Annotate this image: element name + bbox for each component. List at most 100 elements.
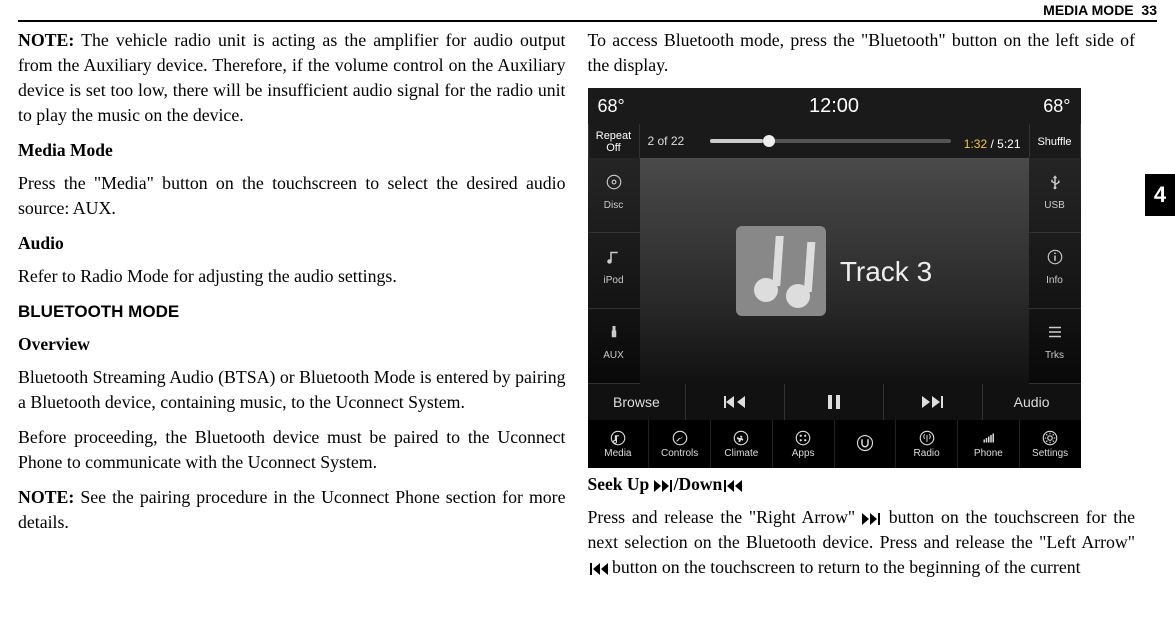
note-label-2: NOTE: bbox=[18, 487, 74, 507]
track-count: 2 of 22 bbox=[648, 129, 685, 154]
next-track-icon bbox=[921, 395, 945, 409]
source-info[interactable]: Info bbox=[1029, 233, 1081, 308]
progress-area[interactable]: 2 of 22 1:32 / 5:21 bbox=[640, 124, 1029, 158]
browse-label: Browse bbox=[613, 390, 660, 415]
source-aux-label: AUX bbox=[603, 343, 624, 368]
note-label: NOTE: bbox=[18, 30, 74, 50]
radio-tower-icon bbox=[918, 429, 936, 447]
album-art-icon bbox=[736, 226, 826, 316]
disc-icon bbox=[605, 173, 623, 191]
temp-left: 68° bbox=[598, 94, 625, 119]
prev-track-icon bbox=[723, 395, 747, 409]
nav-climate[interactable]: Climate bbox=[711, 420, 773, 468]
source-tracks[interactable]: Trks bbox=[1029, 309, 1081, 384]
shuffle-label: Shuffle bbox=[1037, 136, 1071, 148]
seek-p-part3: button on the touchscreen to return to t… bbox=[608, 557, 1081, 577]
heading-bluetooth-mode: BLUETOOTH MODE bbox=[18, 299, 566, 324]
nav-climate-label: Climate bbox=[724, 449, 758, 459]
nav-settings-label: Settings bbox=[1032, 449, 1068, 459]
right-column: To access Bluetooth mode, press the "Blu… bbox=[588, 28, 1136, 634]
heading-overview: Overview bbox=[18, 332, 566, 357]
prev-track-button[interactable] bbox=[686, 384, 785, 420]
heading-audio: Audio bbox=[18, 231, 566, 256]
playback-controls: Browse Audio bbox=[588, 384, 1081, 420]
nav-apps-label: Apps bbox=[792, 449, 815, 459]
left-column: NOTE: The vehicle radio unit is acting a… bbox=[18, 28, 566, 634]
uconnect-screenshot: 68° 12:00 68° Repeat Off 2 of 22 1:32 / … bbox=[588, 88, 1081, 468]
paragraph-seek: Press and release the "Right Arrow" butt… bbox=[588, 505, 1136, 580]
seek-forward-icon bbox=[654, 480, 674, 492]
nav-phone[interactable]: Phone bbox=[958, 420, 1020, 468]
clock: 12:00 bbox=[809, 94, 859, 119]
source-disc-label: Disc bbox=[604, 193, 623, 218]
info-icon bbox=[1046, 248, 1064, 266]
left-arrow-icon bbox=[588, 563, 608, 575]
audio-label: Audio bbox=[1014, 390, 1050, 415]
shuffle-button[interactable]: Shuffle bbox=[1029, 124, 1081, 158]
main-area: Disc iPod AUX Track 3 bbox=[588, 158, 1081, 384]
nav-media[interactable]: Media bbox=[588, 420, 650, 468]
nav-uconnect[interactable] bbox=[835, 420, 897, 468]
right-arrow-icon bbox=[862, 513, 882, 525]
nav-controls[interactable]: Controls bbox=[649, 420, 711, 468]
nav-controls-label: Controls bbox=[661, 449, 698, 459]
track-title: Track 3 bbox=[840, 259, 932, 284]
progress-knob[interactable] bbox=[763, 135, 775, 147]
u-logo-icon bbox=[856, 434, 874, 452]
seek-p-part1: Press and release the "Right Arrow" bbox=[588, 507, 862, 527]
elapsed-time: 1:32 bbox=[964, 137, 987, 151]
pause-button[interactable] bbox=[785, 384, 884, 420]
fan-icon bbox=[732, 429, 750, 447]
pause-icon bbox=[826, 394, 842, 410]
progress-bar[interactable] bbox=[710, 139, 951, 143]
source-ipod-label: iPod bbox=[603, 268, 623, 293]
aux-jack-icon bbox=[605, 323, 623, 341]
media-icon bbox=[609, 429, 627, 447]
source-usb-label: USB bbox=[1044, 193, 1065, 218]
nav-radio-label: Radio bbox=[914, 449, 940, 459]
next-track-button[interactable] bbox=[884, 384, 983, 420]
seek-caption: Seek Up /Down bbox=[588, 472, 1136, 497]
source-disc[interactable]: Disc bbox=[588, 158, 640, 233]
music-note-icon bbox=[605, 248, 623, 266]
repeat-state: Off bbox=[606, 142, 620, 154]
audio-button[interactable]: Audio bbox=[983, 384, 1081, 420]
nav-apps[interactable]: Apps bbox=[773, 420, 835, 468]
note-text-2: See the pairing procedure in the Uconnec… bbox=[18, 487, 566, 532]
nav-phone-label: Phone bbox=[974, 449, 1003, 459]
total-time: / 5:21 bbox=[987, 137, 1020, 151]
source-info-label: Info bbox=[1046, 268, 1063, 293]
paragraph-overview-1: Bluetooth Streaming Audio (BTSA) or Blue… bbox=[18, 365, 566, 415]
header-page-number: 33 bbox=[1141, 2, 1157, 18]
nav-radio[interactable]: Radio bbox=[896, 420, 958, 468]
seek-back-icon bbox=[722, 480, 742, 492]
note-paragraph-1: NOTE: The vehicle radio unit is acting a… bbox=[18, 28, 566, 128]
right-source-column: USB Info Trks bbox=[1029, 158, 1081, 384]
progress-fill bbox=[710, 139, 763, 143]
paragraph-audio: Refer to Radio Mode for adjusting the au… bbox=[18, 264, 566, 289]
paragraph-overview-2: Before proceeding, the Bluetooth device … bbox=[18, 425, 566, 475]
apps-icon bbox=[794, 429, 812, 447]
left-source-column: Disc iPod AUX bbox=[588, 158, 640, 384]
chapter-tab: 4 bbox=[1145, 174, 1175, 216]
nav-settings[interactable]: Settings bbox=[1020, 420, 1081, 468]
paragraph-media-mode: Press the "Media" button on the touchscr… bbox=[18, 171, 566, 221]
list-icon bbox=[1046, 323, 1064, 341]
track-info-bar: Repeat Off 2 of 22 1:32 / 5:21 Shuffle bbox=[588, 124, 1081, 158]
source-ipod[interactable]: iPod bbox=[588, 233, 640, 308]
heading-media-mode: Media Mode bbox=[18, 138, 566, 163]
source-aux[interactable]: AUX bbox=[588, 309, 640, 384]
wrench-icon bbox=[671, 429, 689, 447]
note-text-1: The vehicle radio unit is acting as the … bbox=[18, 30, 566, 125]
header-rule bbox=[18, 20, 1157, 22]
album-area: Track 3 bbox=[640, 158, 1029, 384]
browse-button[interactable]: Browse bbox=[588, 384, 687, 420]
time-text: 1:32 / 5:21 bbox=[964, 132, 1021, 157]
usb-icon bbox=[1046, 173, 1064, 191]
signal-icon bbox=[979, 429, 997, 447]
source-tracks-label: Trks bbox=[1045, 343, 1064, 368]
repeat-label: Repeat bbox=[596, 130, 631, 142]
source-usb[interactable]: USB bbox=[1029, 158, 1081, 233]
caption-seek-up: Seek Up bbox=[588, 474, 654, 494]
repeat-button[interactable]: Repeat Off bbox=[588, 124, 640, 158]
